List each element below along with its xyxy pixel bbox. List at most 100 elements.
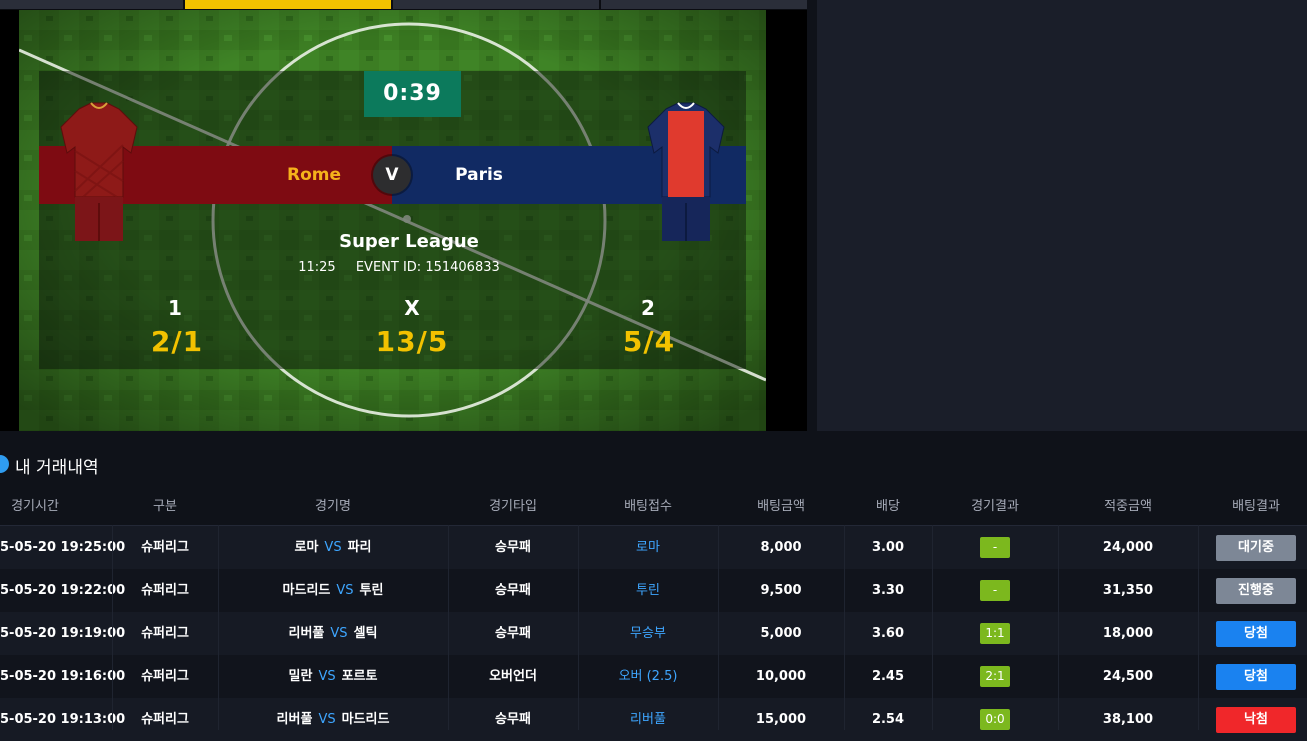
row-odds: 3.00 bbox=[871, 540, 905, 555]
row-type: 승무패 bbox=[495, 583, 531, 598]
row-result-cell: 0:0 bbox=[932, 698, 1058, 741]
row-status-badge[interactable]: 낙첨 bbox=[1216, 706, 1296, 733]
row-type: 오버언더 bbox=[489, 669, 537, 684]
row-status-cell: 진행중 bbox=[1198, 569, 1307, 612]
row-time: 5-05-20 19:13:00 bbox=[0, 712, 126, 727]
column-divider bbox=[218, 525, 219, 730]
row-odds: 3.60 bbox=[871, 626, 905, 641]
row-odds: 2.45 bbox=[871, 669, 905, 684]
row-amount: 15,000 bbox=[755, 712, 807, 727]
row-result-cell: 2:1 bbox=[932, 655, 1058, 698]
row-payout: 38,100 bbox=[1102, 712, 1154, 727]
versus-badge: V bbox=[373, 156, 411, 194]
row-result-badge: 0:0 bbox=[980, 709, 1010, 730]
table-row[interactable]: 5-05-20 19:19:00 슈퍼리그 리버풀 VS 셀틱 승무패 무승부 5,000 3.… bbox=[0, 612, 1307, 655]
section-title-dot-icon bbox=[0, 455, 9, 473]
row-category: 슈퍼리그 bbox=[141, 626, 189, 641]
video-tab-4[interactable] bbox=[601, 0, 807, 9]
row-match: 로마 VS 파리 bbox=[218, 526, 448, 569]
table-row[interactable]: 5-05-20 19:16:00 슈퍼리그 밀란 VS 포르토 오버언더 오버 (2.5) 1… bbox=[0, 655, 1307, 698]
row-away-team: 포르토 bbox=[341, 669, 378, 684]
row-home-team: 마드리드 bbox=[282, 583, 331, 598]
row-pick: 리버풀 bbox=[630, 712, 666, 727]
row-status-badge[interactable]: 당첨 bbox=[1216, 663, 1296, 690]
countdown-timer: 0:39 bbox=[364, 71, 461, 117]
row-vs: VS bbox=[318, 669, 336, 684]
row-payout: 31,350 bbox=[1102, 583, 1154, 598]
row-home-team: 리버풀 bbox=[276, 712, 313, 727]
col-header-result: 경기결과 bbox=[971, 499, 1019, 514]
row-type: 승무패 bbox=[495, 626, 531, 641]
event-id: EVENT ID: 151406833 bbox=[355, 260, 500, 275]
row-amount: 8,000 bbox=[760, 540, 802, 555]
table-row[interactable]: 5-05-20 19:13:00 슈퍼리그 리버풀 VS 마드리드 승무패 리버풀 15,00… bbox=[0, 698, 1307, 741]
row-amount: 10,000 bbox=[755, 669, 807, 684]
row-time: 5-05-20 19:19:00 bbox=[0, 626, 126, 641]
col-header-match: 경기명 bbox=[315, 499, 351, 514]
row-odds: 2.54 bbox=[871, 712, 905, 727]
table-row[interactable]: 5-05-20 19:22:00 슈퍼리그 마드리드 VS 투린 승무패 투린 9,500 3.… bbox=[0, 569, 1307, 612]
row-result-badge: 2:1 bbox=[980, 666, 1010, 687]
col-header-odds: 배당 bbox=[876, 499, 900, 514]
row-away-team: 투린 bbox=[359, 583, 384, 598]
table-row[interactable]: 5-05-20 19:25:00 슈퍼리그 로마 VS 파리 승무패 로마 8,000 3.00… bbox=[0, 526, 1307, 569]
home-team-name: Rome bbox=[286, 165, 341, 185]
row-pick: 오버 (2.5) bbox=[618, 669, 678, 684]
video-tab-3[interactable] bbox=[393, 0, 599, 9]
row-away-team: 파리 bbox=[347, 540, 372, 555]
video-tab-2-active[interactable] bbox=[185, 0, 391, 9]
row-amount: 5,000 bbox=[760, 626, 802, 641]
row-vs: VS bbox=[324, 540, 342, 555]
row-status-cell: 대기중 bbox=[1198, 526, 1307, 569]
video-tab-bar bbox=[0, 0, 807, 10]
history-table-header: 경기시간 구분 경기명 경기타입 배팅접수 배팅금액 배당 경기결과 적중금액 … bbox=[0, 495, 1307, 526]
away-jersey-icon bbox=[647, 102, 725, 241]
row-type: 승무패 bbox=[495, 712, 531, 727]
row-away-team: 셀틱 bbox=[353, 626, 378, 641]
column-divider bbox=[1058, 525, 1059, 730]
col-header-pick: 배팅접수 bbox=[624, 499, 672, 514]
odds-value-away: 5/4 bbox=[622, 325, 676, 358]
row-payout: 18,000 bbox=[1102, 626, 1154, 641]
row-match: 밀란 VS 포르토 bbox=[218, 655, 448, 698]
col-header-time: 경기시간 bbox=[11, 499, 59, 514]
row-payout: 24,000 bbox=[1102, 540, 1154, 555]
column-divider bbox=[1198, 525, 1199, 730]
col-header-category: 구분 bbox=[153, 499, 177, 514]
bet-history-section: 내 거래내역 경기시간 구분 경기명 경기타입 배팅접수 배팅금액 배당 경기결… bbox=[0, 431, 1307, 741]
away-team-name: Paris bbox=[455, 165, 503, 185]
row-result-badge: - bbox=[980, 580, 1010, 601]
column-divider bbox=[112, 525, 113, 730]
row-payout: 24,500 bbox=[1102, 669, 1154, 684]
row-status-badge[interactable]: 진행중 bbox=[1216, 577, 1296, 604]
row-time: 5-05-20 19:16:00 bbox=[0, 669, 126, 684]
row-category: 슈퍼리그 bbox=[141, 669, 189, 684]
row-vs: VS bbox=[318, 712, 336, 727]
row-time: 5-05-20 19:22:00 bbox=[0, 583, 126, 598]
row-result-badge: - bbox=[980, 537, 1010, 558]
pitch-view: 0:39 Rome Paris V Super League 11:25 EVE… bbox=[19, 10, 766, 431]
row-match: 마드리드 VS 투린 bbox=[218, 569, 448, 612]
row-home-team: 리버풀 bbox=[288, 626, 325, 641]
row-status-badge[interactable]: 당첨 bbox=[1216, 620, 1296, 647]
odds-value-draw: 13/5 bbox=[375, 325, 449, 358]
row-vs: VS bbox=[330, 626, 348, 641]
league-name: Super League bbox=[339, 231, 479, 252]
row-status-cell: 낙첨 bbox=[1198, 698, 1307, 741]
row-odds: 3.30 bbox=[871, 583, 905, 598]
row-pick: 로마 bbox=[636, 540, 660, 555]
row-type: 승무패 bbox=[495, 540, 531, 555]
column-divider bbox=[718, 525, 719, 730]
column-divider bbox=[578, 525, 579, 730]
row-pick: 투린 bbox=[636, 583, 660, 598]
row-category: 슈퍼리그 bbox=[141, 540, 189, 555]
row-vs: VS bbox=[336, 583, 354, 598]
row-match: 리버풀 VS 마드리드 bbox=[218, 698, 448, 741]
row-result-cell: - bbox=[932, 569, 1058, 612]
row-result-badge: 1:1 bbox=[980, 623, 1010, 644]
row-pick: 무승부 bbox=[630, 626, 666, 641]
row-status-badge[interactable]: 대기중 bbox=[1216, 534, 1296, 561]
row-match: 리버풀 VS 셀틱 bbox=[218, 612, 448, 655]
side-panel bbox=[817, 0, 1307, 431]
video-tab-1[interactable] bbox=[0, 0, 183, 9]
